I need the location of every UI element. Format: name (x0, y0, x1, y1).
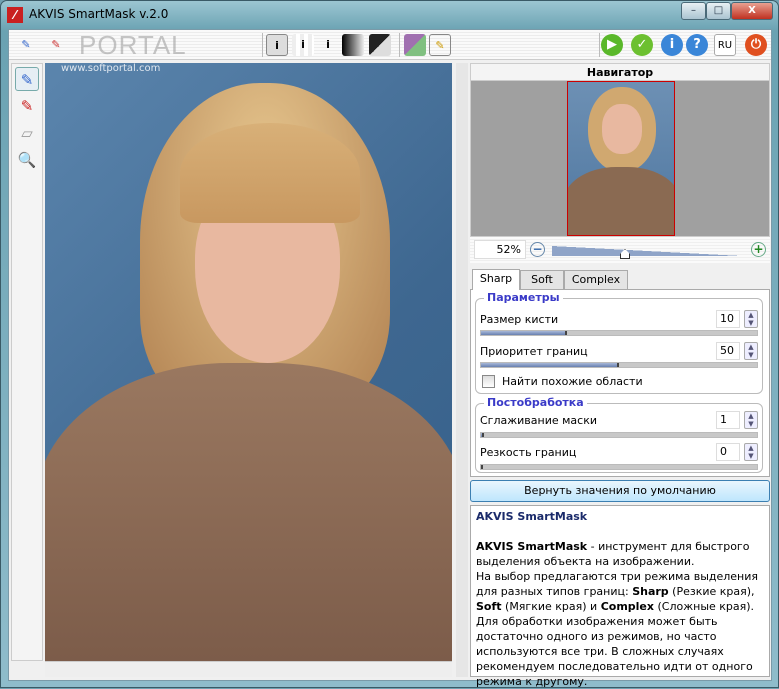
help-bold: Complex (600, 600, 654, 613)
open-image-icon[interactable]: ✎ (15, 34, 37, 56)
zoom-slider[interactable] (552, 246, 742, 256)
help-bold: Soft (476, 600, 502, 613)
language-button[interactable]: RU (714, 34, 736, 56)
sharpness-slider[interactable] (480, 464, 758, 470)
app-window: ⁄ AKVIS SmartMask v.2.0 – □ X ✎ ✎ PORTAL… (0, 0, 779, 688)
title-bar: ⁄ AKVIS SmartMask v.2.0 – □ X (1, 1, 778, 29)
postprocessing-group: Постобработка Сглаживание маски 1 ▲ ▼ Рез… (475, 396, 763, 473)
tab-sharp[interactable]: Sharp (472, 269, 520, 290)
settings-panel: Навигатор 52% − + Sharp Soft Complex Пар… (470, 63, 770, 688)
zoom-in-button[interactable]: + (751, 242, 766, 257)
window-title: AKVIS SmartMask v.2.0 (29, 7, 169, 21)
reset-defaults-button[interactable]: Вернуть значения по умолчанию (470, 480, 770, 502)
brush-size-spinner[interactable]: ▲ ▼ (744, 310, 758, 328)
divider (599, 33, 600, 57)
help-icon[interactable]: ? (686, 34, 708, 56)
view-cutout-icon[interactable]: i (317, 34, 339, 56)
smoothing-spinner[interactable]: ▲ ▼ (744, 411, 758, 429)
color-stroke-icon[interactable] (404, 34, 426, 56)
apply-icon[interactable]: ✓ (631, 34, 653, 56)
power-icon[interactable]: ⏻ (745, 34, 767, 56)
run-icon[interactable]: ▶ (601, 34, 623, 56)
info-icon[interactable]: i (661, 34, 683, 56)
app-logo-icon: ⁄ (7, 7, 23, 23)
divider (399, 33, 400, 57)
help-panel: AKVIS SmartMask AKVIS SmartMask - инстру… (470, 505, 770, 688)
find-similar-checkbox[interactable] (482, 375, 495, 388)
save-image-icon[interactable]: ✎ (45, 34, 67, 56)
sharpness-input[interactable]: 0 (716, 443, 740, 461)
help-title: AKVIS SmartMask (476, 510, 588, 523)
pencil-icon[interactable]: ✎ (429, 34, 451, 56)
parameters-title: Параметры (484, 291, 563, 304)
parameters-group: Параметры Размер кисти 10 ▲ ▼ Приоритет г… (475, 291, 763, 394)
eraser-icon[interactable]: ▱ (15, 121, 39, 145)
view-mask-icon[interactable] (342, 34, 364, 56)
drop-pencil-icon[interactable]: ✎ (15, 94, 39, 118)
sharpness-label: Резкость границ (480, 446, 577, 459)
sharpness-spinner[interactable]: ▲ ▼ (744, 443, 758, 461)
edge-priority-spinner[interactable]: ▲ ▼ (744, 342, 758, 360)
close-button[interactable]: X (731, 2, 773, 20)
edge-priority-label: Приоритет границ (480, 345, 588, 358)
magnifier-icon[interactable]: 🔍 (15, 148, 39, 172)
smoothing-input[interactable]: 1 (716, 411, 740, 429)
edge-priority-input[interactable]: 50 (716, 342, 740, 360)
tab-soft[interactable]: Soft (520, 270, 564, 290)
mode-tabs: Sharp Soft Complex (470, 269, 770, 290)
watermark: PORTAL (79, 30, 187, 60)
postprocessing-title: Постобработка (484, 396, 587, 409)
minimize-button[interactable]: – (681, 2, 706, 20)
watermark-url: www.softportal.com (61, 63, 161, 74)
navigator-thumbnail[interactable] (567, 81, 675, 236)
toolbox: ✎ ✎ ▱ 🔍 (11, 63, 43, 661)
tab-panel: Параметры Размер кисти 10 ▲ ▼ Приоритет г… (470, 289, 770, 477)
smoothing-slider[interactable] (480, 432, 758, 438)
splitter[interactable] (456, 63, 468, 677)
divider (262, 33, 263, 57)
view-original-icon[interactable]: i (266, 34, 288, 56)
help-bold: AKVIS SmartMask (476, 540, 588, 553)
horizontal-scrollbar[interactable] (45, 661, 452, 677)
tab-complex[interactable]: Complex (564, 270, 628, 290)
view-transparent-icon[interactable]: i (292, 34, 314, 56)
find-similar-label: Найти похожие области (502, 375, 643, 388)
help-text: AKVIS SmartMask - инструмент для быстрог… (476, 539, 764, 689)
toolbar: ✎ ✎ PORTAL i i i ✎ ▶ ✓ i ? RU ⏻ (9, 30, 771, 60)
navigator-preview[interactable] (470, 81, 770, 237)
smoothing-label: Сглаживание маски (480, 414, 597, 427)
zoom-row: 52% − + (470, 237, 770, 263)
portrait-jacket (45, 363, 452, 661)
help-p3: Для обработки изображения может быть дос… (476, 615, 753, 688)
brush-size-input[interactable]: 10 (716, 310, 740, 328)
edge-priority-slider[interactable] (480, 362, 758, 368)
keep-pencil-icon[interactable]: ✎ (15, 67, 39, 91)
help-p2: (Сложные края). (653, 600, 755, 613)
help-p2: (Резкие края), (668, 585, 755, 598)
help-bold: Sharp (632, 585, 669, 598)
image-canvas[interactable] (45, 63, 452, 661)
navigator-title: Навигатор (470, 63, 770, 81)
brush-size-slider[interactable] (480, 330, 758, 336)
view-bw-icon[interactable] (369, 34, 391, 56)
maximize-button[interactable]: □ (706, 2, 731, 20)
zoom-value[interactable]: 52% (474, 240, 526, 259)
help-p2: (Мягкие края) и (501, 600, 601, 613)
portrait-bangs (180, 123, 360, 223)
client-area: ✎ ✎ PORTAL i i i ✎ ▶ ✓ i ? RU ⏻ ✎ ✎ ▱ 🔍 … (8, 29, 772, 688)
zoom-out-button[interactable]: − (530, 242, 545, 257)
brush-size-label: Размер кисти (480, 313, 559, 326)
